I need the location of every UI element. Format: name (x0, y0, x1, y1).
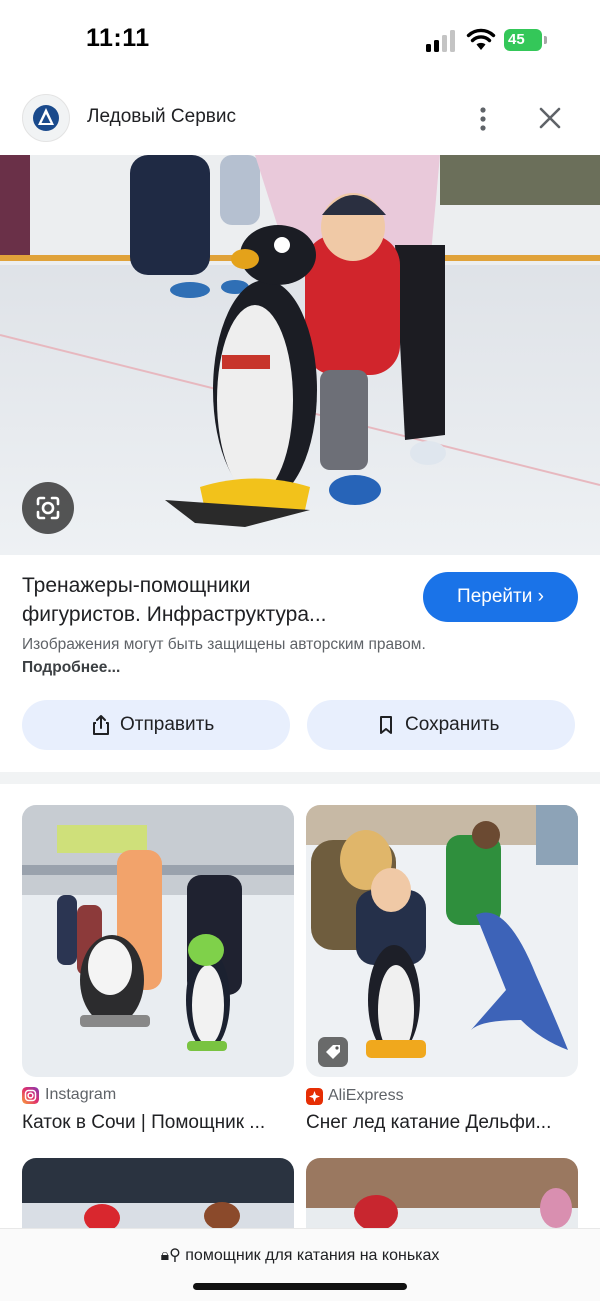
related-image-1[interactable] (22, 805, 294, 1077)
status-bar: 11:11 45 (0, 0, 600, 80)
related-source-2[interactable]: AliExpress (328, 1087, 404, 1105)
more-options-icon[interactable] (470, 104, 496, 134)
learn-more-link[interactable]: Подробнее... (22, 659, 120, 676)
lens-icon (36, 496, 60, 520)
url-display[interactable]: 🔒︎⚲ помощник для катания на коньках (0, 1245, 600, 1265)
battery-level: 45 (504, 29, 542, 51)
url-text: помощник для катания на коньках (185, 1247, 440, 1264)
google-lens-button[interactable] (22, 482, 74, 534)
aliexpress-icon (306, 1088, 323, 1105)
share-label: Отправить (120, 714, 215, 735)
section-divider (0, 772, 600, 784)
site-logo-icon[interactable] (22, 94, 70, 142)
bookmark-icon (380, 716, 392, 734)
result-title-line1: Тренажеры-помощники (22, 574, 251, 597)
related-image-2[interactable] (306, 805, 578, 1077)
save-label: Сохранить (405, 714, 500, 735)
related-source-1[interactable]: Instagram (45, 1086, 116, 1104)
visit-button[interactable]: Перейти › (423, 572, 578, 622)
search-icon: ⚲ (169, 1247, 181, 1264)
status-time: 11:11 (86, 24, 150, 52)
chevron-right-icon: › (537, 586, 544, 607)
battery-icon: 45 (504, 29, 548, 51)
copyright-text: Изображения могут быть защищены авторски… (22, 636, 426, 653)
instagram-icon (22, 1087, 39, 1104)
bottom-url-bar[interactable]: 🔒︎⚲ помощник для катания на коньках (0, 1228, 600, 1301)
share-icon (93, 715, 109, 735)
visit-button-label: Перейти (457, 586, 533, 607)
result-header: Ледовый Сервис (0, 92, 600, 146)
hero-image[interactable] (0, 155, 600, 555)
wifi-icon (466, 28, 496, 50)
copyright-notice: Изображения могут быть защищены авторски… (22, 633, 442, 679)
result-title[interactable]: Тренажеры-помощники фигуристов. Инфрастр… (22, 571, 402, 629)
result-title-line2: фигуристов. Инфраструктура... (22, 603, 327, 626)
related-image-3[interactable] (22, 1158, 294, 1228)
save-button[interactable]: Сохранить (307, 700, 575, 750)
site-name[interactable]: Ледовый Сервис (87, 106, 236, 128)
home-indicator[interactable] (193, 1283, 407, 1290)
related-image-4[interactable] (306, 1158, 578, 1228)
related-title-1[interactable]: Каток в Сочи | Помощник ... (22, 1112, 292, 1134)
cellular-signal-icon (426, 30, 455, 52)
close-icon[interactable] (536, 104, 564, 132)
lock-icon: 🔒︎ (160, 1247, 170, 1264)
share-button[interactable]: Отправить (22, 700, 290, 750)
shopping-tag-icon (318, 1037, 348, 1067)
related-title-2[interactable]: Снег лед катание Дельфи... (306, 1112, 576, 1134)
